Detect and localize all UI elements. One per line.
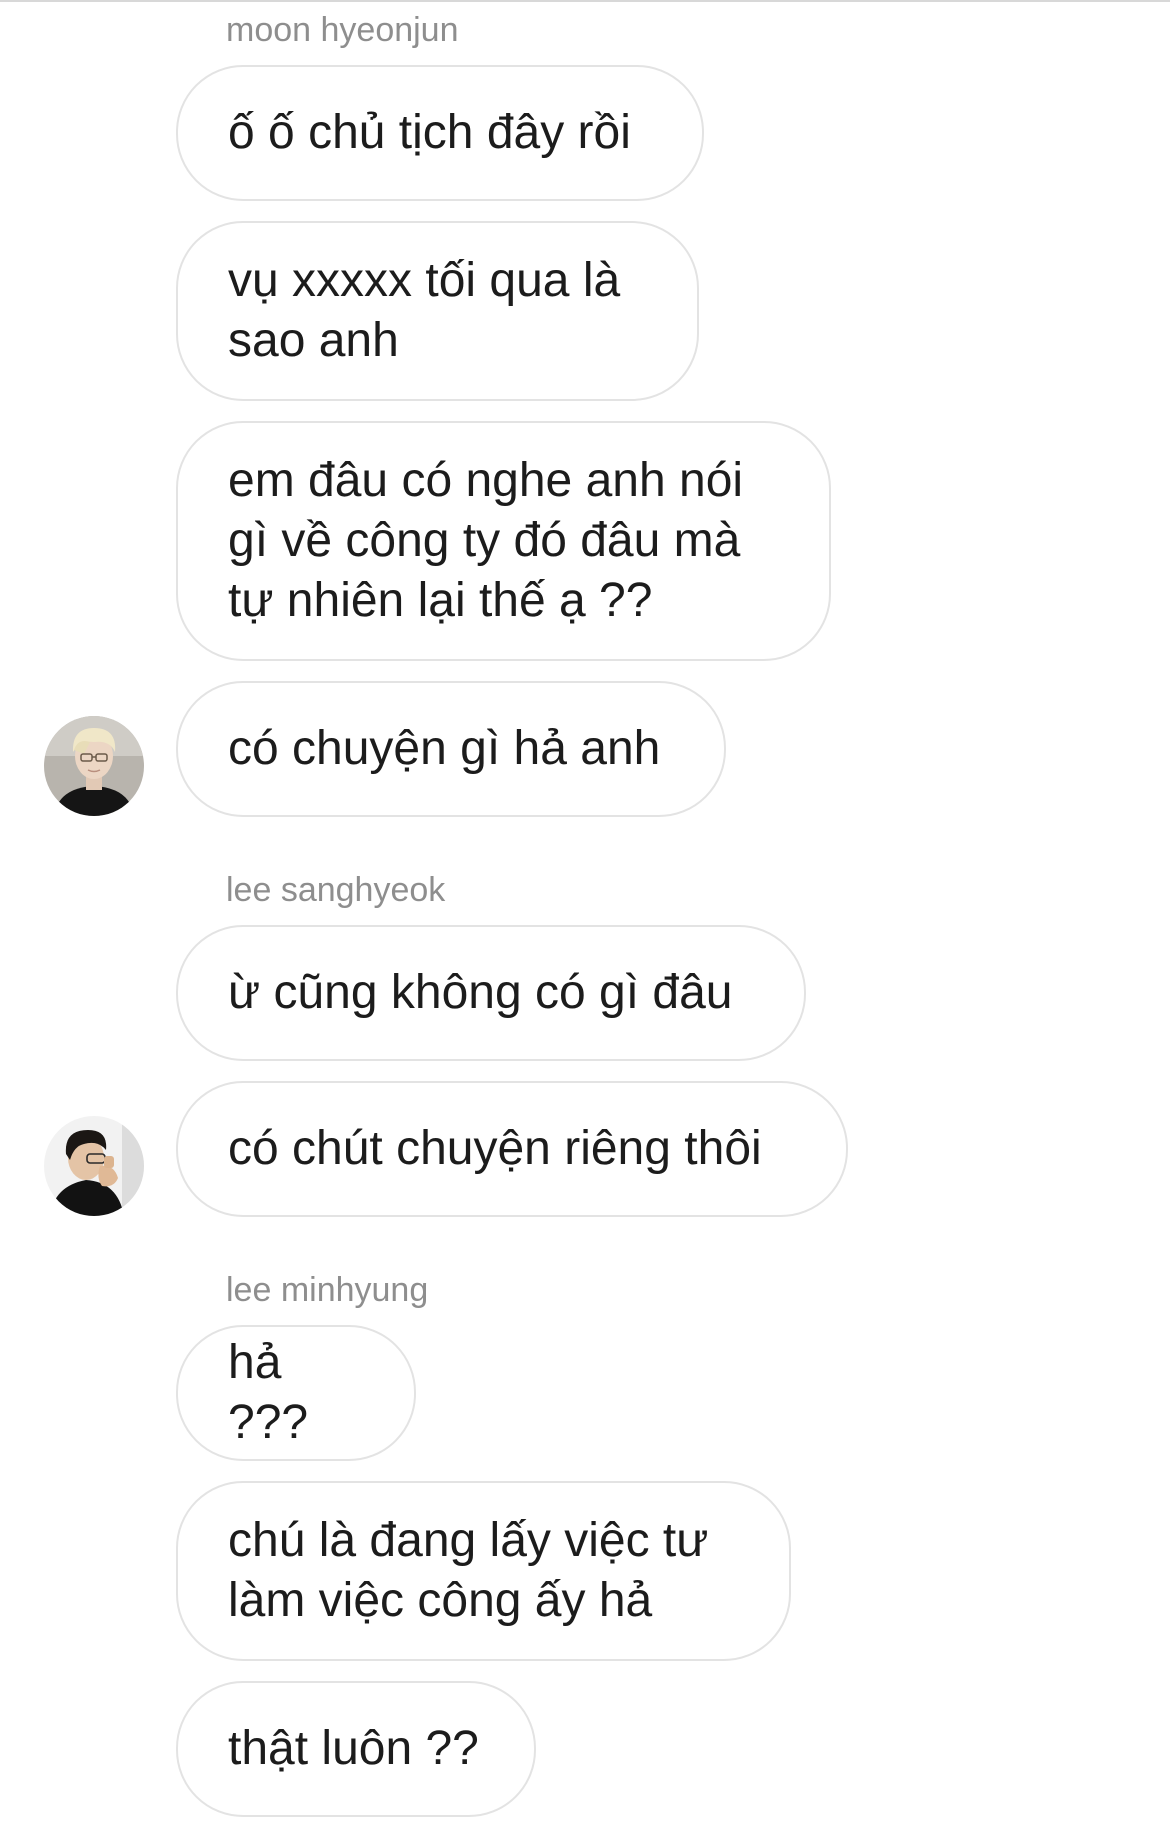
avatar-dark-hair-hand-icon (44, 1116, 144, 1216)
message-bubble[interactable]: ố ố chủ tịch đây rồi (176, 65, 704, 201)
message-text: em đâu có nghe anh nói gì về công ty đó … (228, 454, 744, 627)
avatar-moon-hyeonjun[interactable] (44, 716, 144, 816)
sender-name: moon hyeonjun (226, 11, 459, 49)
avatar-lee-sanghyeok[interactable] (44, 1116, 144, 1216)
message-bubble[interactable]: em đâu có nghe anh nói gì về công ty đó … (176, 421, 831, 661)
top-divider (0, 0, 1170, 2)
message-bubble[interactable]: có chút chuyện riêng thôi (176, 1081, 848, 1217)
message-bubble[interactable]: hả ??? (176, 1325, 416, 1461)
sender-name: lee minhyung (226, 1271, 429, 1309)
message-bubble[interactable]: thật luôn ?? (176, 1681, 536, 1817)
message-bubble[interactable]: chú là đang lấy việc tư làm việc công ấy… (176, 1481, 791, 1661)
message-bubble[interactable]: vụ xxxxx tối qua là sao anh (176, 221, 699, 401)
message-text: hả ??? (228, 1336, 309, 1449)
message-text: thật luôn ?? (228, 1722, 479, 1775)
message-text: có chuyện gì hả anh (228, 722, 661, 775)
message-text: vụ xxxxx tối qua là sao anh (228, 254, 621, 367)
message-text: có chút chuyện riêng thôi (228, 1122, 762, 1175)
message-text: chú là đang lấy việc tư làm việc công ấy… (228, 1514, 709, 1627)
message-bubble[interactable]: ừ cũng không có gì đâu (176, 925, 806, 1061)
sender-name: lee sanghyeok (226, 871, 446, 909)
message-text: ố ố chủ tịch đây rồi (228, 106, 631, 159)
avatar-blond-glasses-icon (44, 716, 144, 816)
message-bubble[interactable]: có chuyện gì hả anh (176, 681, 726, 817)
message-text: ừ cũng không có gì đâu (228, 966, 733, 1019)
